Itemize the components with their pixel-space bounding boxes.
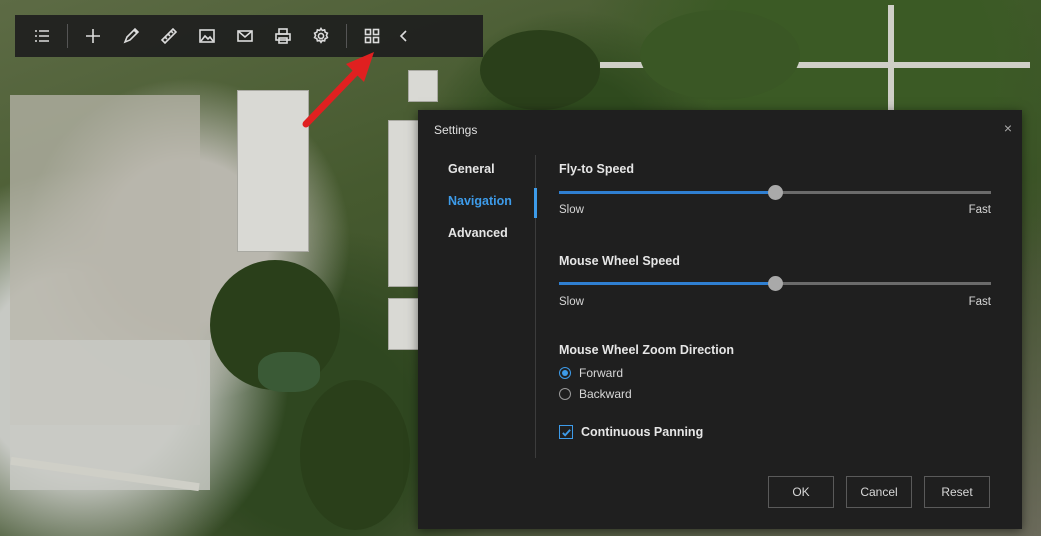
ruler-icon[interactable] [150, 15, 188, 57]
map-building [388, 120, 422, 287]
slider-fill [559, 282, 775, 285]
slider-thumb[interactable] [768, 276, 783, 291]
print-icon[interactable] [264, 15, 302, 57]
wheel-speed-label: Mouse Wheel Speed [559, 254, 680, 268]
flyto-speed-label: Fly-to Speed [559, 162, 635, 176]
check-icon [561, 428, 571, 437]
slider-thumb[interactable] [768, 185, 783, 200]
zoom-direction-label: Mouse Wheel Zoom Direction [559, 343, 735, 357]
checkbox[interactable] [559, 425, 573, 439]
ok-button[interactable]: OK [768, 476, 834, 508]
radio-button[interactable] [559, 388, 571, 400]
flyto-fast-label: Fast [968, 204, 991, 216]
map-trees [300, 380, 410, 530]
nav-active-indicator [534, 188, 537, 218]
map-road [888, 5, 894, 110]
nav-item-navigation[interactable]: Navigation [448, 194, 512, 226]
map-building [408, 70, 438, 102]
radio-forward-label: Forward [579, 366, 624, 380]
map-toolbar [15, 15, 483, 57]
dialog-title: Settings [434, 123, 478, 137]
continuous-panning-checkbox[interactable]: Continuous Panning [559, 425, 703, 439]
flyto-speed-slider[interactable] [559, 185, 991, 200]
map-trees [480, 30, 600, 110]
settings-nav: General Navigation Advanced [448, 162, 512, 258]
map-trees [640, 10, 800, 100]
nav-item-general[interactable]: General [448, 162, 512, 194]
flyto-slow-label: Slow [559, 204, 584, 216]
map-pond [258, 352, 320, 392]
close-icon[interactable]: × [1004, 120, 1012, 136]
wheel-speed-slider[interactable] [559, 276, 991, 291]
chevron-left-icon[interactable] [391, 15, 417, 57]
red-arrow-annotation [302, 52, 374, 128]
wheel-fast-label: Fast [968, 296, 991, 308]
plus-icon[interactable] [74, 15, 112, 57]
radio-backward[interactable]: Backward [559, 387, 632, 401]
continuous-panning-label: Continuous Panning [581, 425, 704, 439]
pencil-icon[interactable] [112, 15, 150, 57]
settings-dialog: Settings × General Navigation Advanced F… [418, 110, 1022, 529]
cancel-button[interactable]: Cancel [846, 476, 912, 508]
radio-forward[interactable]: Forward [559, 366, 623, 380]
list-icon[interactable] [23, 15, 61, 57]
image-icon[interactable] [188, 15, 226, 57]
nav-item-advanced[interactable]: Advanced [448, 226, 512, 258]
mail-icon[interactable] [226, 15, 264, 57]
reset-button[interactable]: Reset [924, 476, 990, 508]
wheel-slow-label: Slow [559, 296, 584, 308]
radio-backward-label: Backward [579, 387, 632, 401]
toolbar-divider [67, 24, 68, 48]
slider-fill [559, 191, 775, 194]
toolbar-divider [346, 24, 347, 48]
radio-button[interactable] [559, 367, 571, 379]
map-building [388, 298, 422, 350]
